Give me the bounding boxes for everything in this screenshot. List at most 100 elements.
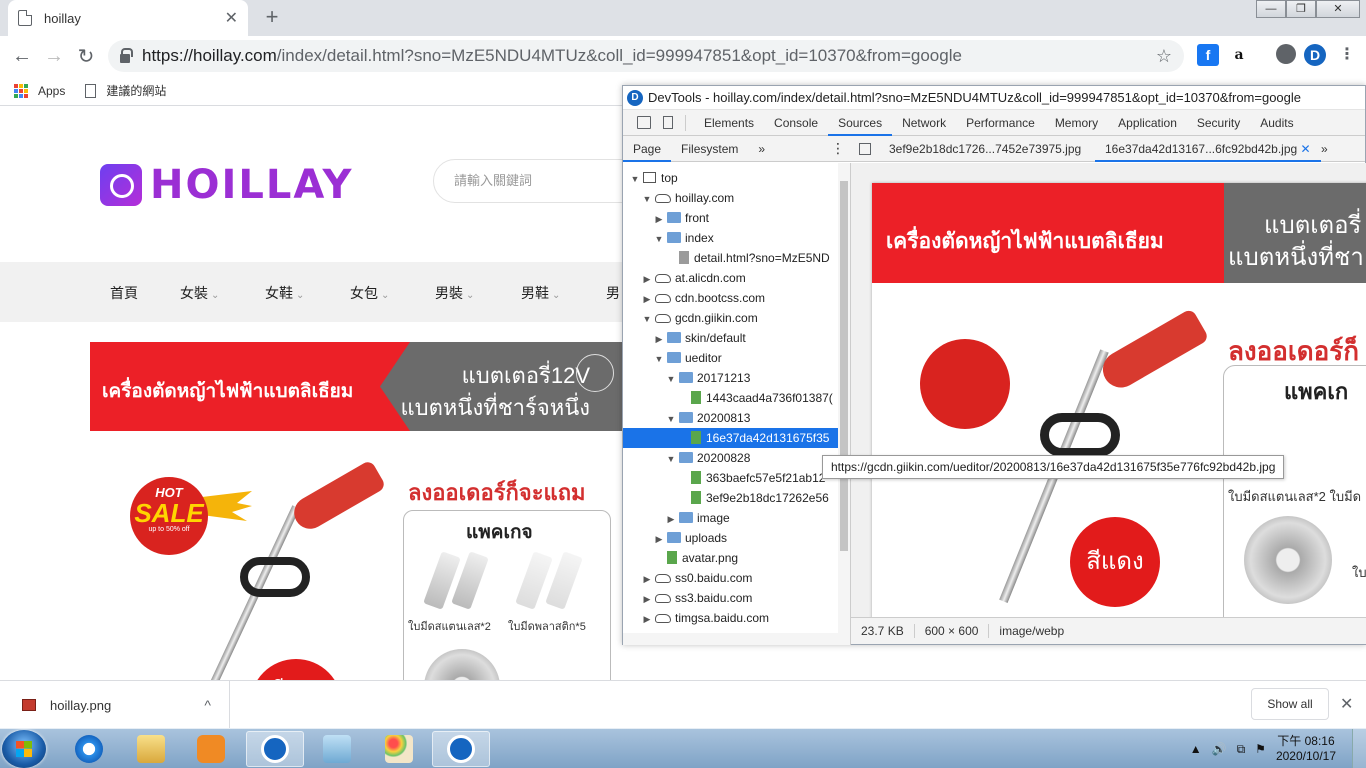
tree-item[interactable]: 16e37da42d131675f35 bbox=[623, 428, 850, 448]
show-hidden-icons[interactable]: ▲ bbox=[1190, 742, 1202, 756]
editor-tab-active[interactable]: 16e37da42d13167...6fc92bd42b.jpg ✕ bbox=[1095, 136, 1321, 162]
tab-filesystem[interactable]: Filesystem bbox=[671, 136, 748, 162]
network-icon[interactable]: ⧉ bbox=[1237, 742, 1246, 757]
toggle-navigator-icon[interactable] bbox=[859, 142, 871, 155]
expanded-triangle-icon[interactable]: ▼ bbox=[641, 189, 653, 209]
more-tabs-icon[interactable]: » bbox=[748, 136, 775, 162]
tree-item[interactable]: 3ef9e2b18dc17262e56 bbox=[623, 488, 850, 508]
tree-item[interactable]: avatar.png bbox=[623, 548, 850, 568]
tab-elements[interactable]: Elements bbox=[694, 110, 764, 136]
expanded-triangle-icon[interactable]: ▼ bbox=[665, 369, 677, 389]
editor-tab[interactable]: 3ef9e2b18dc1726...7452e73975.jpg bbox=[879, 136, 1091, 162]
amazon-extension-icon[interactable]: a bbox=[1228, 44, 1250, 66]
collapsed-triangle-icon[interactable]: ▶ bbox=[641, 569, 653, 589]
nav-item-womens-clothing[interactable]: 女裝 ⌄ bbox=[180, 283, 219, 303]
minimize-button[interactable]: — bbox=[1256, 0, 1286, 18]
expanded-triangle-icon[interactable]: ▼ bbox=[653, 349, 665, 369]
expanded-triangle-icon[interactable]: ▼ bbox=[665, 449, 677, 469]
tree-item[interactable]: ▶ ss3.baidu.com bbox=[623, 588, 850, 608]
taskbar-ie[interactable] bbox=[60, 731, 118, 767]
expanded-triangle-icon[interactable]: ▼ bbox=[641, 309, 653, 329]
tree-item[interactable]: ▶ skin/default bbox=[623, 328, 850, 348]
tab-console[interactable]: Console bbox=[764, 110, 828, 136]
bookmark-apps[interactable]: Apps bbox=[14, 83, 65, 98]
more-editor-tabs-icon[interactable]: » bbox=[1321, 142, 1328, 156]
collapsed-triangle-icon[interactable]: ▶ bbox=[653, 209, 665, 229]
forward-arrow-icon[interactable]: → bbox=[38, 45, 70, 68]
address-bar[interactable]: https://hoillay.com/index/detail.html?sn… bbox=[108, 40, 1184, 72]
tree-item[interactable]: 1443caad4a736f01387( bbox=[623, 388, 850, 408]
bookmark-suggested-sites[interactable]: 建議的網站 bbox=[85, 82, 166, 99]
close-tab-icon[interactable]: ✕ bbox=[1301, 142, 1311, 156]
back-arrow-icon[interactable]: ← bbox=[6, 45, 38, 68]
site-logo[interactable]: HOILLAY bbox=[100, 162, 353, 208]
navigator-hscrollbar[interactable] bbox=[623, 633, 850, 645]
chevron-up-icon[interactable]: ^ bbox=[204, 697, 211, 713]
tab-network[interactable]: Network bbox=[892, 110, 956, 136]
collapsed-triangle-icon[interactable]: ▶ bbox=[641, 289, 653, 309]
tree-item[interactable]: ▼ ueditor bbox=[623, 348, 850, 368]
account-icon[interactable] bbox=[1276, 44, 1296, 64]
tab-sources[interactable]: Sources bbox=[828, 110, 893, 136]
taskbar-paint[interactable] bbox=[370, 731, 428, 767]
taskbar-downloader-2[interactable] bbox=[432, 731, 490, 767]
start-button[interactable] bbox=[2, 730, 46, 768]
inspect-element-icon[interactable] bbox=[637, 116, 651, 129]
downloader-extension-icon[interactable]: D bbox=[1304, 44, 1326, 66]
tab-close-icon[interactable]: ✕ bbox=[225, 8, 238, 28]
nav-item-mens-clothing[interactable]: 男裝 ⌄ bbox=[435, 283, 474, 303]
action-center-icon[interactable]: ⚑ bbox=[1255, 742, 1266, 756]
tree-item[interactable]: ▼ index bbox=[623, 228, 850, 248]
volume-icon[interactable]: 🔊 bbox=[1212, 742, 1227, 756]
tab-audits[interactable]: Audits bbox=[1250, 110, 1303, 136]
collapsed-triangle-icon[interactable]: ▶ bbox=[665, 509, 677, 529]
tree-item[interactable]: ▼ 20200828 bbox=[623, 448, 850, 468]
tree-item[interactable]: ▼ 20200813 bbox=[623, 408, 850, 428]
tree-item[interactable]: ▼ 20171213 bbox=[623, 368, 850, 388]
expanded-triangle-icon[interactable]: ▼ bbox=[665, 409, 677, 429]
collapsed-triangle-icon[interactable]: ▶ bbox=[653, 529, 665, 549]
tab-security[interactable]: Security bbox=[1187, 110, 1250, 136]
browser-tab[interactable]: hoillay ✕ bbox=[8, 0, 248, 36]
nav-item-mens-shoes[interactable]: 男鞋 ⌄ bbox=[521, 283, 560, 303]
new-tab-button[interactable]: + bbox=[258, 4, 286, 30]
reload-icon[interactable]: ↻ bbox=[70, 44, 102, 69]
zoom-circle[interactable] bbox=[576, 354, 614, 392]
nav-item-womens-shoes[interactable]: 女鞋 ⌄ bbox=[265, 283, 304, 303]
tab-memory[interactable]: Memory bbox=[1045, 110, 1108, 136]
taskbar-media[interactable] bbox=[182, 731, 240, 767]
tree-item[interactable]: ▼ hoillay.com bbox=[623, 188, 850, 208]
show-all-button[interactable]: Show all bbox=[1251, 688, 1329, 720]
tree-item[interactable]: ▼ top bbox=[623, 168, 850, 188]
tab-page[interactable]: Page bbox=[623, 136, 672, 162]
expanded-triangle-icon[interactable]: ▼ bbox=[653, 229, 665, 249]
tab-performance[interactable]: Performance bbox=[956, 110, 1045, 136]
show-desktop-button[interactable] bbox=[1352, 729, 1366, 768]
tree-item[interactable]: 363baefc57e5f21ab12 bbox=[623, 468, 850, 488]
expanded-triangle-icon[interactable]: ▼ bbox=[629, 169, 641, 189]
download-item[interactable]: hoillay.png ^ bbox=[0, 681, 230, 729]
scrollbar-thumb[interactable] bbox=[840, 181, 848, 551]
tree-item[interactable]: ▼ gcdn.giikin.com bbox=[623, 308, 850, 328]
close-icon[interactable]: ✕ bbox=[1340, 694, 1353, 714]
lock-icon[interactable] bbox=[120, 47, 133, 63]
tree-item[interactable]: ▶ at.alicdn.com bbox=[623, 268, 850, 288]
browser-menu-icon[interactable]: ⋮ bbox=[1336, 44, 1358, 66]
tree-item[interactable]: ▶ cdn.bootcss.com bbox=[623, 288, 850, 308]
nav-item-mens[interactable]: 男 bbox=[606, 283, 620, 303]
tree-item[interactable]: ▶ timgsa.baidu.com bbox=[623, 608, 850, 628]
clock[interactable]: 下午 08:16 2020/10/17 bbox=[1276, 734, 1336, 764]
close-window-button[interactable]: ✕ bbox=[1316, 0, 1360, 18]
collapsed-triangle-icon[interactable]: ▶ bbox=[653, 329, 665, 349]
tree-item[interactable]: ▶ image bbox=[623, 508, 850, 528]
search-input[interactable]: 請輸入關鍵詞 bbox=[433, 159, 653, 203]
bookmark-star-icon[interactable]: ☆ bbox=[1156, 46, 1172, 67]
tab-application[interactable]: Application bbox=[1108, 110, 1187, 136]
taskbar-notepad[interactable] bbox=[308, 731, 366, 767]
taskbar-downloader[interactable] bbox=[246, 731, 304, 767]
devtools-titlebar[interactable]: D DevTools - hoillay.com/index/detail.ht… bbox=[623, 86, 1365, 110]
nav-item-home[interactable]: 首頁 bbox=[110, 283, 138, 303]
collapsed-triangle-icon[interactable]: ▶ bbox=[641, 609, 653, 629]
nav-item-womens-bags[interactable]: 女包 ⌄ bbox=[350, 283, 389, 303]
maximize-button[interactable]: ❐ bbox=[1286, 0, 1316, 18]
